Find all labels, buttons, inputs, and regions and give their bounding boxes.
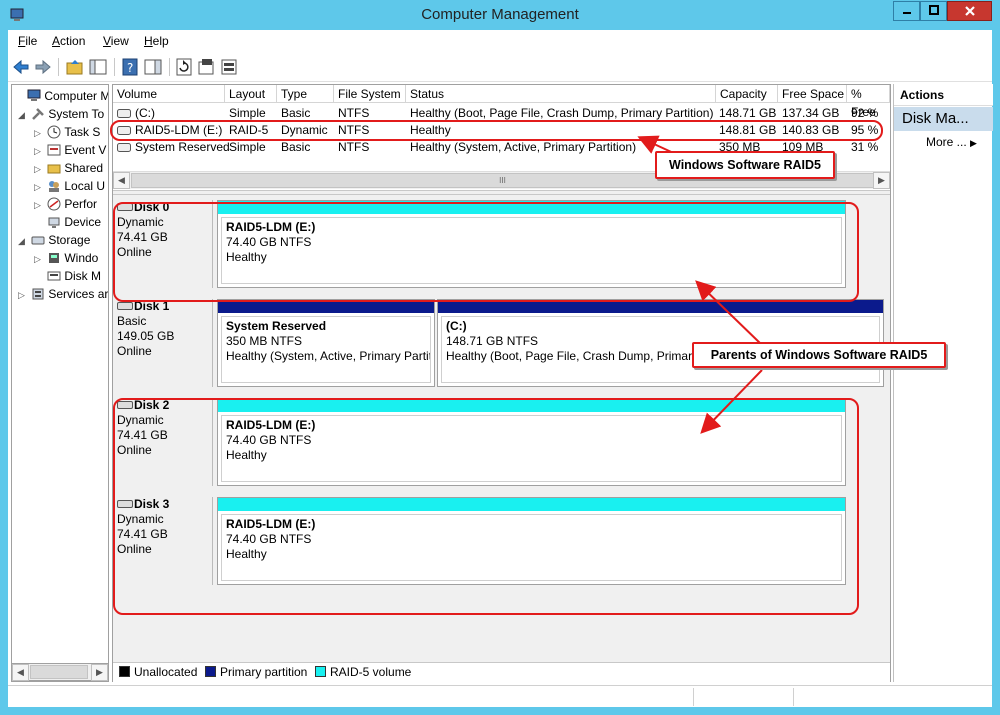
- menu-file[interactable]: File: [18, 34, 37, 48]
- annotation-disk2-disk3-highlight: [113, 398, 859, 615]
- column-header-percent-free[interactable]: % Free: [847, 85, 890, 119]
- tree-item-device-manager[interactable]: Device: [34, 213, 101, 231]
- column-header-capacity[interactable]: Capacity: [716, 85, 778, 103]
- menu-bar: File Action View Help: [8, 30, 992, 52]
- expand-triangle-icon[interactable]: ▷: [18, 286, 28, 304]
- title-bar[interactable]: Computer Management: [0, 0, 1000, 30]
- show-hide-tree-icon[interactable]: [88, 57, 108, 77]
- submenu-arrow-icon: ▶: [970, 138, 977, 148]
- forward-arrow-icon[interactable]: [33, 57, 53, 77]
- event-viewer-icon: [47, 144, 61, 156]
- tree-item-performance[interactable]: ▷ Perfor: [34, 195, 97, 213]
- expand-triangle-icon[interactable]: ▷: [34, 142, 44, 160]
- hard-disk-icon: [117, 302, 133, 310]
- expand-triangle-icon[interactable]: ▷: [34, 250, 44, 268]
- svg-text:?: ?: [127, 61, 133, 75]
- navigation-tree[interactable]: Computer Ma ◢ System To ▷ Task S ▷ Event…: [11, 84, 109, 682]
- annotation-raid5-row-highlight: [110, 120, 883, 141]
- annotation-parents-label: Parents of Windows Software RAID5: [692, 342, 946, 368]
- tree-item-disk-management[interactable]: Disk M: [34, 267, 101, 285]
- menu-action[interactable]: Action: [52, 34, 85, 48]
- tree-item-computer-management[interactable]: Computer Ma: [14, 87, 108, 105]
- device-icon: [48, 217, 60, 228]
- tree-item-services-applications[interactable]: ▷ Services ar: [18, 285, 108, 303]
- maximize-icon: [928, 5, 939, 15]
- users-icon: [49, 181, 60, 192]
- clock-icon: [47, 125, 61, 139]
- volume-icon: [117, 143, 131, 152]
- column-header-file-system[interactable]: File System: [334, 85, 406, 103]
- toolbar: ?: [8, 52, 992, 82]
- scroll-left-button[interactable]: ◀: [113, 172, 130, 189]
- actions-header: Actions: [894, 84, 993, 106]
- tree-item-local-users[interactable]: ▷ Local U: [34, 177, 105, 195]
- annotation-disk0-highlight: [113, 202, 859, 302]
- app-window: Computer Management File Action View Hel…: [0, 0, 1000, 715]
- annotation-raid5-label: Windows Software RAID5: [655, 151, 835, 179]
- maximize-button[interactable]: [920, 1, 947, 21]
- more-actions-link[interactable]: More ... ▶: [926, 135, 977, 149]
- actions-disk-management-group[interactable]: Disk Ma...: [894, 107, 993, 131]
- scroll-left-button[interactable]: ◀: [12, 664, 29, 681]
- tree-item-storage[interactable]: ◢ Storage: [18, 231, 90, 249]
- window-title: Computer Management: [421, 6, 579, 23]
- column-header-type[interactable]: Type: [277, 85, 334, 103]
- disk-settings-icon[interactable]: [219, 57, 239, 77]
- help-icon[interactable]: ?: [120, 57, 140, 77]
- expand-triangle-icon[interactable]: ▷: [34, 196, 44, 214]
- disk-legend: Unallocated Primary partition RAID-5 vol…: [113, 662, 890, 682]
- scroll-right-button[interactable]: ▶: [91, 664, 108, 681]
- disk-icon: [47, 271, 61, 281]
- close-button[interactable]: [947, 1, 992, 21]
- expand-triangle-icon[interactable]: ▷: [34, 178, 44, 196]
- legend-unallocated: Unallocated: [119, 663, 197, 682]
- tree-item-event-viewer[interactable]: ▷ Event V: [34, 141, 106, 159]
- column-header-volume[interactable]: Volume: [113, 85, 225, 103]
- tree-item-system-tools[interactable]: ◢ System To: [18, 105, 104, 123]
- computer-icon: [27, 89, 41, 101]
- collapse-triangle-icon[interactable]: ◢: [18, 106, 28, 124]
- back-arrow-icon[interactable]: [11, 57, 31, 77]
- menu-help[interactable]: Help: [144, 34, 169, 48]
- services-icon: [32, 288, 44, 300]
- menu-view[interactable]: View: [103, 34, 129, 48]
- tree-item-windows-backup[interactable]: ▷ Windo: [34, 249, 98, 267]
- tree-item-shared-folders[interactable]: ▷ Shared: [34, 159, 103, 177]
- refresh-icon[interactable]: [174, 57, 194, 77]
- backup-icon: [49, 253, 60, 263]
- column-header-layout[interactable]: Layout: [225, 85, 277, 103]
- column-header-status[interactable]: Status: [406, 85, 716, 103]
- storage-icon: [31, 236, 45, 245]
- expand-triangle-icon[interactable]: ▷: [34, 124, 44, 142]
- tree-horizontal-scrollbar[interactable]: ◀ ▶: [11, 663, 109, 681]
- tools-icon: [32, 108, 45, 120]
- legend-primary-partition: Primary partition: [205, 663, 307, 682]
- up-folder-icon[interactable]: [65, 57, 85, 77]
- legend-raid5-volume: RAID-5 volume: [315, 663, 411, 682]
- expand-triangle-icon[interactable]: ▷: [34, 160, 44, 178]
- status-bar: [8, 685, 992, 707]
- shared-folder-icon: [47, 164, 61, 174]
- disk-label-disk-1[interactable]: Disk 1 Basic 149.05 GB Online: [117, 299, 213, 387]
- collapse-triangle-icon[interactable]: ◢: [18, 232, 28, 250]
- properties-icon[interactable]: [196, 57, 216, 77]
- show-hide-action-pane-icon[interactable]: [143, 57, 163, 77]
- column-header-free-space[interactable]: Free Space: [778, 85, 847, 103]
- scroll-thumb[interactable]: [30, 665, 88, 679]
- minimize-icon: [902, 12, 911, 14]
- scroll-right-button[interactable]: ▶: [873, 172, 890, 189]
- actions-pane: Actions Disk Ma... More ... ▶: [893, 84, 993, 682]
- performance-icon: [47, 197, 61, 211]
- close-icon: [964, 6, 975, 16]
- minimize-button[interactable]: [893, 1, 920, 21]
- tree-item-task-scheduler[interactable]: ▷ Task S: [34, 123, 100, 141]
- volume-icon: [117, 109, 131, 118]
- partition-disk1-system-reserved[interactable]: System Reserved 350 MB NTFS Healthy (Sys…: [217, 299, 435, 387]
